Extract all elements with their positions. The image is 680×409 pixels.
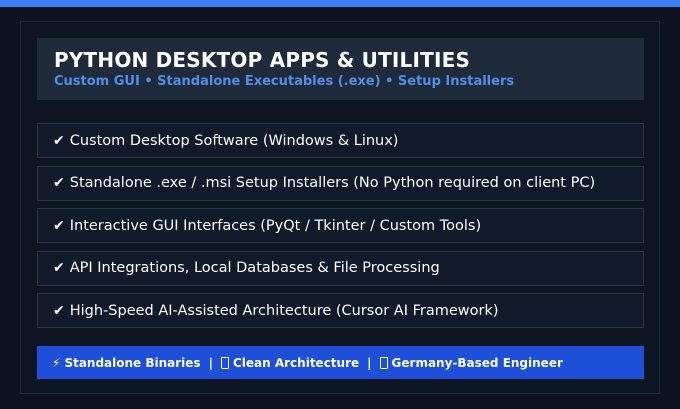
checkmark-icon: ✔ <box>53 132 65 149</box>
feature-item-gui: ✔ Interactive GUI Interfaces (PyQt / Tki… <box>37 208 644 243</box>
checkmark-icon: ✔ <box>53 302 65 319</box>
top-accent-bar <box>0 0 680 7</box>
footer-item-architecture: Clean Architecture <box>232 355 360 370</box>
footer-banner: ⚡ Standalone Binaries | Clean Architectu… <box>37 346 644 379</box>
feature-item-api: ✔ API Integrations, Local Databases & Fi… <box>37 250 644 286</box>
checkmark-icon: ✔ <box>53 175 65 191</box>
checkmark-icon: ✔ <box>53 217 65 234</box>
feature-list: ✔ Custom Desktop Software (Windows & Lin… <box>37 123 644 336</box>
feature-label: API Integrations, Local Databases & File… <box>69 260 440 276</box>
feature-label: High-Speed AI-Assisted Architecture (Cur… <box>69 302 499 319</box>
feature-item-installers: ✔ Standalone .exe / .msi Setup Installer… <box>37 165 644 201</box>
lightning-icon: ⚡ <box>52 355 61 370</box>
feature-label: Standalone .exe / .msi Setup Installers … <box>69 175 596 191</box>
footer-separator: | <box>367 355 372 370</box>
page-title: PYTHON DESKTOP APPS & UTILITIES <box>54 48 471 72</box>
checkmark-icon: ✔ <box>53 260 65 276</box>
feature-label: Custom Desktop Software (Windows & Linux… <box>69 132 399 149</box>
feature-label: Interactive GUI Interfaces (PyQt / Tkint… <box>69 217 482 234</box>
card-panel: PYTHON DESKTOP APPS & UTILITIES Custom G… <box>20 21 660 394</box>
header-banner: PYTHON DESKTOP APPS & UTILITIES Custom G… <box>37 38 644 100</box>
missing-glyph-icon <box>220 356 229 369</box>
page-subtitle: Custom GUI • Standalone Executables (.ex… <box>54 74 515 89</box>
footer-separator: | <box>208 355 213 370</box>
feature-item-desktop-software: ✔ Custom Desktop Software (Windows & Lin… <box>37 123 644 158</box>
feature-item-ai: ✔ High-Speed AI-Assisted Architecture (C… <box>37 293 644 328</box>
missing-glyph-icon <box>379 356 388 369</box>
footer-item-engineer: Germany-Based Engineer <box>391 355 563 370</box>
footer-item-binaries: Standalone Binaries <box>64 355 201 370</box>
